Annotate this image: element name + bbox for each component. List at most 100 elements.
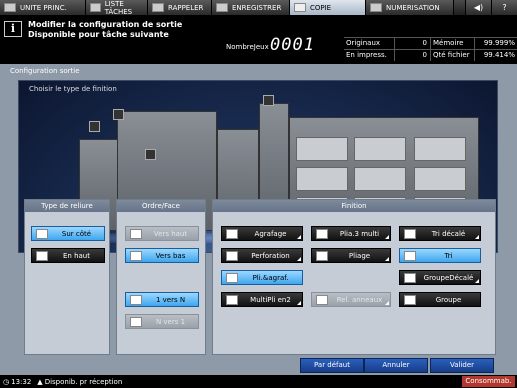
- tray-marker-icon[interactable]: [145, 149, 156, 160]
- tray-marker-icon[interactable]: [113, 109, 124, 120]
- tray: [354, 167, 406, 191]
- qte-fichier-label: Qté fichier: [430, 50, 474, 61]
- face-down-icon: [130, 250, 142, 261]
- tab-rappeler[interactable]: RAPPELER: [148, 0, 212, 15]
- settings-corner-icon: [297, 235, 301, 239]
- help-button[interactable]: ?: [491, 0, 517, 15]
- ring-binding-button[interactable]: Rel. anneaux: [311, 292, 391, 307]
- order-1-to-n-button[interactable]: 1 vers N: [125, 292, 199, 307]
- order-face-title: Ordre/Face: [117, 200, 205, 212]
- tray: [296, 167, 348, 191]
- default-button[interactable]: Par défaut: [300, 358, 364, 373]
- order-descending-icon: [130, 316, 142, 327]
- settings-corner-icon: [475, 235, 479, 239]
- binding-side-button[interactable]: Sur côté: [31, 226, 105, 241]
- finishing-group: Finition Agrafage Perforation Pli.&agraf…: [212, 199, 496, 355]
- nombre-jeux-value: 0001: [270, 35, 315, 55]
- tab-label: COPIE: [310, 3, 332, 12]
- face-up-button[interactable]: Vers haut: [125, 226, 199, 241]
- tray: [296, 137, 348, 161]
- ok-button[interactable]: Valider: [430, 358, 494, 373]
- button-label: N vers 1: [155, 317, 186, 326]
- memoire-value: 99.999%: [474, 38, 517, 49]
- binding-type-title: Type de reliure: [25, 200, 109, 212]
- qte-fichier-value: 99.414%: [474, 50, 517, 61]
- settings-corner-icon: [385, 235, 389, 239]
- register-icon: [216, 3, 228, 12]
- tab-numerisation[interactable]: NUMERISATION: [366, 0, 454, 15]
- multi-half-fold-button[interactable]: MultiPli en2: [221, 292, 303, 307]
- message-line-1: Modifier la configuration de sortie: [28, 20, 183, 29]
- group-button[interactable]: Groupe: [399, 292, 481, 307]
- recall-icon: [152, 3, 164, 12]
- tab-label: RAPPELER: [168, 3, 204, 12]
- staple-button[interactable]: Agrafage: [221, 226, 303, 241]
- button-label: Pli.&agraf.: [252, 273, 289, 282]
- output-config-panel: Configuration sortie Choisir le type de …: [0, 64, 517, 375]
- button-label: MultiPli en2: [250, 295, 291, 304]
- fold-icon: [316, 250, 328, 261]
- tray-marker-icon[interactable]: [89, 121, 100, 132]
- button-label: GroupeDécalé: [423, 273, 474, 282]
- volume-button[interactable]: ◀): [465, 0, 491, 15]
- status-bar: ◷ 13:32 ▲ Disponib. pr réception Consomm…: [0, 375, 517, 388]
- punch-icon: [226, 250, 238, 261]
- face-down-button[interactable]: Vers bas: [125, 248, 199, 263]
- offset-sort-button[interactable]: Tri décalé: [399, 226, 481, 241]
- settings-corner-icon: [297, 257, 301, 261]
- punch-button[interactable]: Perforation: [221, 248, 303, 263]
- help-icon: ?: [502, 3, 507, 12]
- tray-marker-icon[interactable]: [263, 95, 274, 106]
- offset-group-icon: [404, 272, 416, 283]
- fold-button[interactable]: Pliage: [311, 248, 391, 263]
- tab-label: UNITE PRINC.: [20, 3, 67, 12]
- info-icon: i: [4, 21, 22, 37]
- fold-staple-button[interactable]: Pli.&agraf.: [221, 270, 303, 285]
- speaker-icon: ◀): [473, 3, 484, 12]
- main-tab-bar: UNITE PRINC. LISTE TÂCHES RAPPELER ENREG…: [0, 0, 517, 16]
- cancel-button[interactable]: Annuler: [364, 358, 428, 373]
- tab-liste-taches[interactable]: LISTE TÂCHES: [86, 0, 148, 16]
- binding-top-button[interactable]: En haut: [31, 248, 105, 263]
- printer-icon: ▲: [37, 377, 43, 386]
- button-label: Tri: [444, 251, 453, 260]
- sort-icon: [404, 250, 416, 261]
- button-label: Plia.3 multi: [339, 229, 380, 238]
- clock-icon: ◷: [3, 377, 10, 386]
- tab-label: LISTE TÂCHES: [104, 0, 133, 16]
- group-icon: [404, 294, 416, 305]
- en-impress-value: 0: [394, 50, 430, 61]
- en-impress-label: En impress.: [346, 51, 387, 59]
- settings-corner-icon: [297, 301, 301, 305]
- offset-sort-icon: [404, 228, 416, 239]
- button-label: Rel. anneaux: [336, 295, 383, 304]
- order-ascending-icon: [130, 294, 142, 305]
- button-label: Agrafage: [254, 229, 287, 238]
- tri-fold-icon: [316, 228, 328, 239]
- scan-icon: [370, 3, 382, 12]
- tri-fold-multi-button[interactable]: Plia.3 multi: [311, 226, 391, 241]
- message-line-2: Disponible pour tâche suivante: [28, 30, 169, 39]
- button-label: 1 vers N: [155, 295, 186, 304]
- tab-enregistrer[interactable]: ENREGISTRER: [212, 0, 290, 15]
- offset-group-button[interactable]: GroupeDécalé: [399, 270, 481, 285]
- originaux-value: 0: [394, 38, 430, 49]
- button-label: Perforation: [251, 251, 290, 260]
- settings-corner-icon: [475, 279, 479, 283]
- copy-icon: [294, 3, 306, 12]
- tray: [354, 137, 406, 161]
- settings-corner-icon: [385, 301, 389, 305]
- button-label: Sur côté: [61, 229, 92, 238]
- order-n-to-1-button[interactable]: N vers 1: [125, 314, 199, 329]
- tab-label: ENREGISTRER: [232, 3, 282, 12]
- button-label: Vers bas: [155, 251, 186, 260]
- button-label: Vers haut: [153, 229, 188, 238]
- sort-button[interactable]: Tri: [399, 248, 481, 263]
- tab-copie[interactable]: COPIE: [290, 0, 366, 15]
- multi-fold-icon: [226, 294, 238, 305]
- tray: [414, 137, 466, 161]
- tab-unite-princ[interactable]: UNITE PRINC.: [0, 0, 86, 15]
- button-label: Tri décalé: [431, 229, 466, 238]
- panel-title: Configuration sortie: [10, 67, 80, 75]
- consumables-button[interactable]: Consommab.: [462, 376, 515, 387]
